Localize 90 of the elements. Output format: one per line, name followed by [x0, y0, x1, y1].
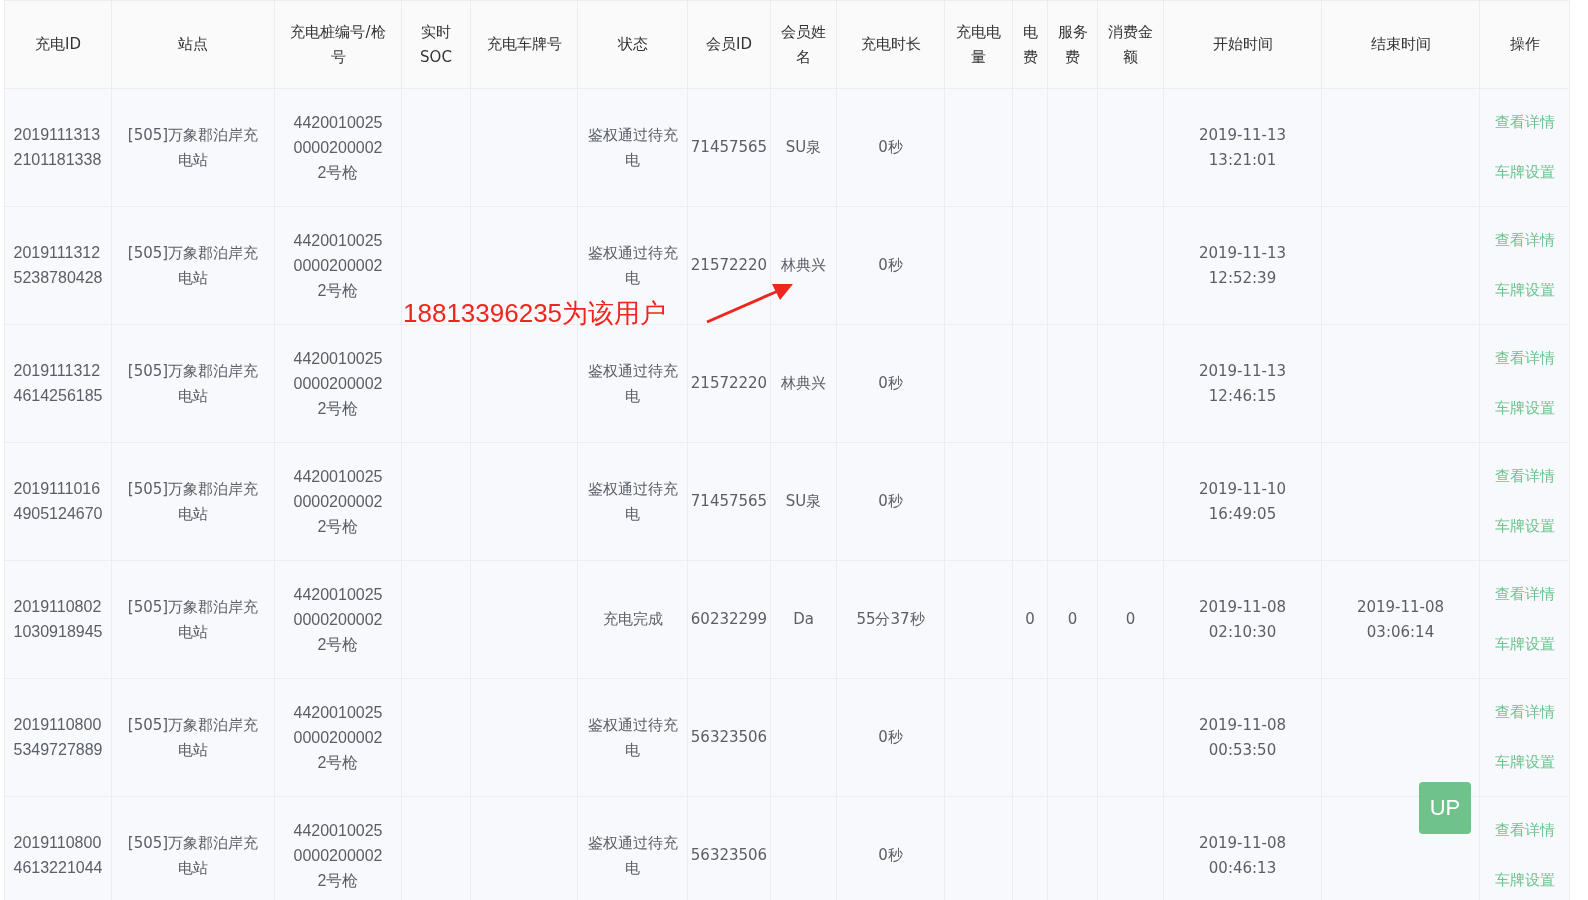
- table-cell-text: 0秒: [878, 727, 903, 748]
- table-cell-text: 充电完成: [602, 609, 663, 630]
- table-cell-text: 0秒: [878, 491, 903, 512]
- table-cell-text: 鉴权通过待充电: [586, 832, 679, 879]
- table-cell-text: 21572220: [690, 255, 768, 276]
- table-cell-text: 2019-11-13 12:52:39: [1197, 242, 1288, 289]
- scroll-top-button[interactable]: UP: [1419, 782, 1471, 834]
- table-cell-text: 71457565: [690, 137, 768, 158]
- column-header: 会员姓名: [781, 22, 826, 66]
- column-header: 充电时长: [860, 35, 921, 53]
- table-cell-text: 2019-11-13 13:21:01: [1197, 124, 1288, 171]
- table-cell-text: 0: [1025, 609, 1035, 630]
- table-cell-text: 0: [1067, 609, 1078, 630]
- action-link[interactable]: 查看详情: [1494, 818, 1555, 843]
- action-link[interactable]: 车牌设置: [1494, 278, 1555, 303]
- action-link[interactable]: 查看详情: [1494, 582, 1555, 607]
- column-header: 消费金额: [1108, 22, 1153, 66]
- action-link[interactable]: 车牌设置: [1494, 160, 1555, 185]
- table-cell-text: 2019-11-13 12:46:15: [1197, 360, 1288, 407]
- table-cell-text: [505]万象郡泊岸充电站: [126, 832, 260, 879]
- table-cell-text: 20191113125238780428: [13, 243, 103, 288]
- table-cell-text: 44200100250000200002 2号枪: [293, 584, 383, 655]
- table-cell-text: 鉴权通过待充电: [586, 714, 679, 761]
- column-header: 电费: [1022, 22, 1038, 66]
- table-cell-text: SU泉: [785, 491, 822, 512]
- table-cell-text: 2019-11-08 03:06:14: [1355, 596, 1446, 643]
- table-cell-text: 2019-11-10 16:49:05: [1197, 478, 1288, 525]
- table-cell-text: [505]万象郡泊岸充电站: [126, 596, 260, 643]
- action-link[interactable]: 查看详情: [1494, 700, 1555, 725]
- action-link[interactable]: 查看详情: [1494, 110, 1555, 135]
- annotation-text: 18813396235为该用户: [403, 297, 667, 330]
- table-cell-text: 21572220: [690, 373, 768, 394]
- table-cell-text: 鉴权通过待充电: [586, 478, 679, 525]
- table-cell-text: 鉴权通过待充电: [586, 124, 679, 171]
- table-cell-text: 2019-11-08 00:53:50: [1197, 714, 1288, 761]
- column-header: 实时SOC: [420, 22, 452, 66]
- column-header: 充电桩编号/枪号: [290, 22, 386, 66]
- action-link[interactable]: 查看详情: [1494, 464, 1555, 489]
- table-cell-text: 20191108004613221044: [13, 833, 103, 878]
- table-cell-text: 60232299: [690, 609, 768, 630]
- table-cell-text: 20191108005349727889: [13, 715, 103, 760]
- column-header: 充电车牌号: [486, 35, 562, 53]
- table-cell-text: 0秒: [878, 373, 903, 394]
- table-cell-text: 2019-11-08 02:10:30: [1197, 596, 1288, 643]
- column-header: 充电ID: [35, 35, 81, 53]
- table-cell-text: SU泉: [785, 137, 822, 158]
- table-cell-text: 20191113124614256185: [13, 361, 103, 406]
- table-cell-text: Da: [793, 609, 814, 630]
- table-cell-text: 0秒: [878, 845, 903, 866]
- table-cell-text: 71457565: [690, 491, 768, 512]
- column-header: 状态: [617, 35, 648, 53]
- table-cell-text: 44200100250000200002 2号枪: [293, 466, 383, 537]
- table-cell-text: 44200100250000200002 2号枪: [293, 348, 383, 419]
- action-link[interactable]: 车牌设置: [1494, 868, 1555, 893]
- action-link[interactable]: 查看详情: [1494, 228, 1555, 253]
- table-cell-text: 56323506: [690, 845, 768, 866]
- column-header: 操作: [1509, 35, 1540, 53]
- table-cell-text: [505]万象郡泊岸充电站: [126, 360, 260, 407]
- table-cell-text: 林典兴: [781, 373, 826, 394]
- column-header: 服务费: [1057, 22, 1088, 66]
- column-header: 开始时间: [1212, 35, 1273, 53]
- table-cell-text: 20191108021030918945: [13, 597, 103, 642]
- table-cell-text: 2019-11-08 00:46:13: [1197, 832, 1288, 879]
- table-cell-text: 20191110164905124670: [13, 479, 103, 524]
- table-cell-text: [505]万象郡泊岸充电站: [126, 714, 260, 761]
- action-link[interactable]: 车牌设置: [1494, 750, 1555, 775]
- column-header: 充电电量: [956, 22, 1001, 66]
- table-cell-text: 鉴权通过待充电: [586, 242, 679, 289]
- table-cell-text: 55分37秒: [856, 609, 925, 630]
- table-cell-text: 44200100250000200002 2号枪: [293, 820, 383, 891]
- table-cell-text: 20191113132101181338: [13, 125, 103, 170]
- table-cell-text: [505]万象郡泊岸充电站: [126, 242, 260, 289]
- action-link[interactable]: 车牌设置: [1494, 514, 1555, 539]
- action-link[interactable]: 车牌设置: [1494, 632, 1555, 657]
- table-cell-text: [505]万象郡泊岸充电站: [126, 478, 260, 525]
- table-cell-text: 0秒: [878, 137, 903, 158]
- column-header: 结束时间: [1370, 35, 1431, 53]
- table-cell-text: 44200100250000200002 2号枪: [293, 112, 383, 183]
- table-cell-text: 林典兴: [781, 255, 826, 276]
- table-cell-text: 鉴权通过待充电: [586, 360, 679, 407]
- table-cell-text: 0秒: [878, 255, 903, 276]
- table-cell-text: 44200100250000200002 2号枪: [293, 230, 383, 301]
- table-cell-text: 44200100250000200002 2号枪: [293, 702, 383, 773]
- table-cell-text: [505]万象郡泊岸充电站: [126, 124, 260, 171]
- action-link[interactable]: 车牌设置: [1494, 396, 1555, 421]
- action-link[interactable]: 查看详情: [1494, 346, 1555, 371]
- column-header: 站点: [178, 35, 208, 53]
- table-cell-text: 0: [1125, 609, 1136, 630]
- table-cell-text: 56323506: [690, 727, 768, 748]
- column-header: 会员ID: [706, 35, 752, 53]
